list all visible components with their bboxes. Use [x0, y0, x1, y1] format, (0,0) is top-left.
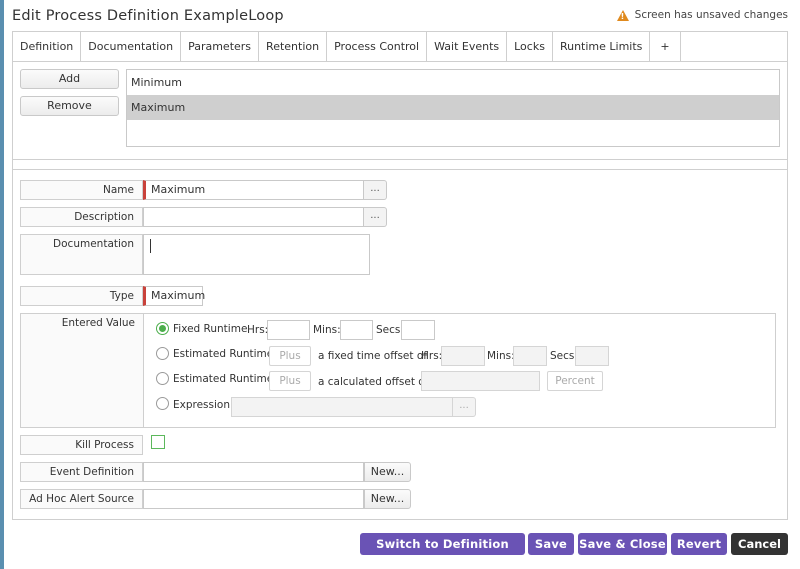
documentation-textarea[interactable]: [143, 234, 370, 275]
kill-process-label: Kill Process: [20, 435, 143, 455]
tab-runtime-limits[interactable]: Runtime Limits: [552, 32, 651, 61]
unsaved-warning: ! Screen has unsaved changes: [616, 9, 788, 21]
percent-select[interactable]: Percent: [547, 371, 603, 391]
secs-label: Secs:: [550, 350, 578, 362]
hrs-label: Hrs:: [247, 324, 269, 336]
description-input[interactable]: [143, 207, 364, 227]
mins-label: Mins:: [313, 324, 341, 336]
estimated-calc-label: Estimated Runtime: [173, 373, 274, 385]
runtime-limits-panel: Add Remove Minimum Maximum Name Maximum …: [12, 61, 788, 520]
event-definition-new-button[interactable]: New...: [364, 462, 411, 482]
fixed-runtime-radio[interactable]: [156, 322, 169, 335]
list-item-maximum[interactable]: Maximum: [127, 95, 779, 120]
tab-parameters[interactable]: Parameters: [181, 32, 260, 61]
offset-hrs-input[interactable]: [441, 346, 485, 366]
offset-secs-input[interactable]: [575, 346, 609, 366]
divider: [13, 169, 787, 170]
description-ellipsis-button[interactable]: ...: [364, 207, 387, 227]
remove-button[interactable]: Remove: [20, 96, 119, 116]
fixed-mins-input[interactable]: [340, 320, 373, 340]
list-item-minimum[interactable]: Minimum: [127, 70, 779, 95]
tab-wait-events[interactable]: Wait Events: [427, 32, 508, 61]
mins-label: Mins:: [487, 350, 515, 362]
fixed-offset-text: a fixed time offset of: [318, 350, 427, 362]
plus-select[interactable]: Plus: [269, 371, 311, 391]
save-button[interactable]: Save: [528, 533, 574, 555]
tab-documentation[interactable]: Documentation: [81, 32, 182, 61]
calc-offset-input[interactable]: [421, 371, 540, 391]
calc-offset-text: a calculated offset of: [318, 376, 429, 388]
entered-value-label: Entered Value: [20, 313, 143, 428]
name-label: Name: [20, 180, 143, 200]
description-label: Description: [20, 207, 143, 227]
fixed-hrs-input[interactable]: [267, 320, 310, 340]
event-definition-input[interactable]: [143, 462, 364, 482]
ad-hoc-alert-input[interactable]: [143, 489, 364, 509]
name-ellipsis-button[interactable]: ...: [364, 180, 387, 200]
tab-retention[interactable]: Retention: [259, 32, 328, 61]
tab-add[interactable]: +: [650, 32, 681, 61]
tab-definition[interactable]: Definition: [13, 32, 82, 61]
estimated-fixed-radio[interactable]: [156, 347, 169, 360]
name-input[interactable]: Maximum: [143, 180, 364, 200]
fixed-runtime-label: Fixed Runtime: [173, 323, 248, 335]
text-cursor: [150, 239, 151, 253]
estimated-calc-radio[interactable]: [156, 372, 169, 385]
cancel-button[interactable]: Cancel: [731, 533, 788, 555]
ad-hoc-alert-new-button[interactable]: New...: [364, 489, 411, 509]
tab-bar: Definition Documentation Parameters Rete…: [12, 31, 788, 61]
warning-icon: !: [616, 9, 629, 21]
entered-value-box: Fixed Runtime Hrs: Mins: Secs: Estimated…: [143, 313, 776, 428]
tab-locks[interactable]: Locks: [507, 32, 553, 61]
tab-process-control[interactable]: Process Control: [327, 32, 428, 61]
divider: [13, 159, 787, 160]
kill-process-checkbox[interactable]: [151, 435, 165, 449]
dialog-title: Edit Process Definition ExampleLoop: [12, 8, 284, 24]
event-definition-label: Event Definition: [20, 462, 143, 482]
limits-list: Minimum Maximum: [126, 69, 780, 147]
type-select[interactable]: Maximum: [143, 286, 205, 306]
add-button[interactable]: Add: [20, 69, 119, 89]
expression-radio[interactable]: [156, 397, 169, 410]
type-label: Type: [20, 286, 143, 306]
plus-select[interactable]: Plus: [269, 346, 311, 366]
offset-mins-input[interactable]: [513, 346, 547, 366]
edit-dialog: Edit Process Definition ExampleLoop ! Sc…: [4, 0, 800, 569]
estimated-fixed-label: Estimated Runtime: [173, 348, 274, 360]
save-and-close-button[interactable]: Save & Close: [578, 533, 667, 555]
unsaved-warning-text: Screen has unsaved changes: [634, 9, 788, 21]
expression-label: Expression: [173, 399, 230, 411]
documentation-label: Documentation: [20, 234, 143, 275]
expression-ellipsis-button[interactable]: ...: [453, 397, 476, 417]
fixed-secs-input[interactable]: [401, 320, 435, 340]
secs-label: Secs:: [376, 324, 404, 336]
hrs-label: Hrs:: [421, 350, 443, 362]
revert-button[interactable]: Revert: [671, 533, 727, 555]
ad-hoc-alert-label: Ad Hoc Alert Source: [20, 489, 143, 509]
switch-to-studio-button[interactable]: Switch to Definition Studio: [360, 533, 525, 569]
expression-input[interactable]: [231, 397, 453, 417]
